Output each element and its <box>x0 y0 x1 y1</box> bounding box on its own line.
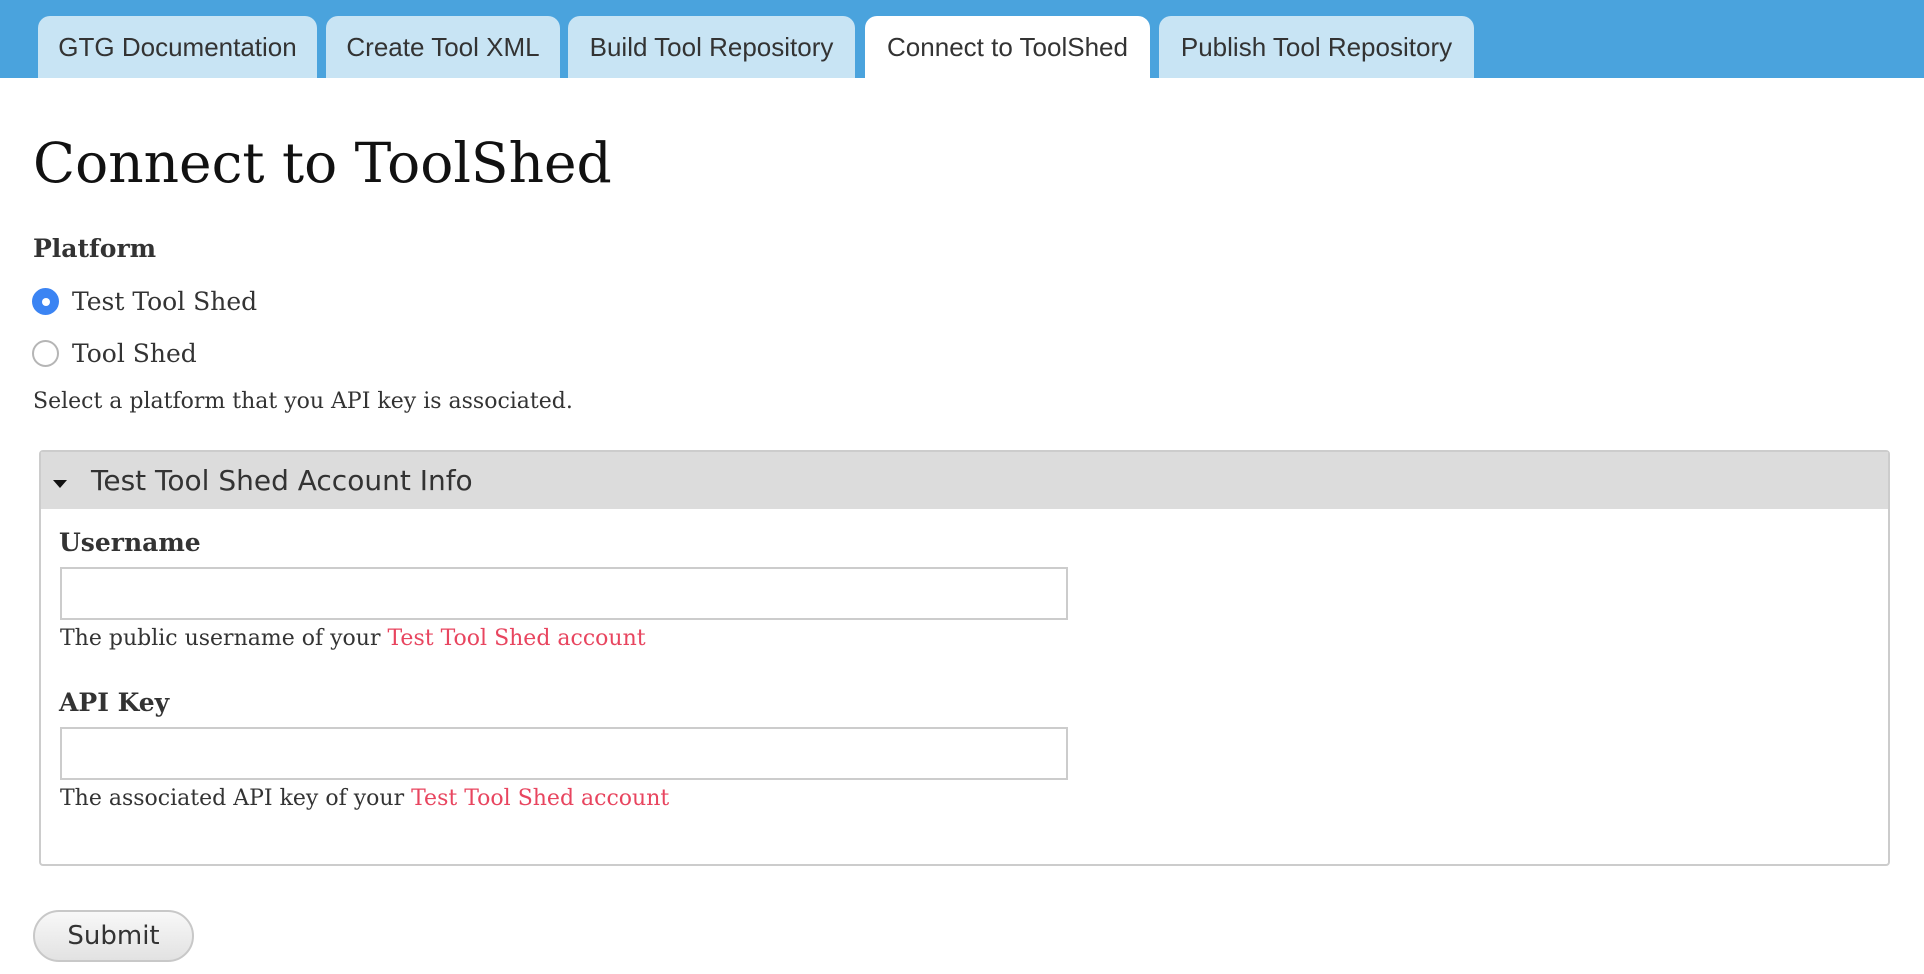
radio-test-tool-shed[interactable]: Test Tool Shed <box>32 287 257 316</box>
username-label: Username <box>59 528 201 557</box>
radio-button-checked[interactable] <box>32 288 59 315</box>
api-key-label: API Key <box>59 688 170 717</box>
tab-connect-to-toolshed[interactable]: Connect to ToolShed <box>865 16 1150 78</box>
username-help-text: The public username of your Test Tool Sh… <box>60 626 646 651</box>
username-help-prefix: The public username of your <box>60 626 388 651</box>
username-help-link[interactable]: Test Tool Shed account <box>387 626 645 651</box>
tab-gtg-documentation[interactable]: GTG Documentation <box>38 16 317 78</box>
radio-label-test-tool-shed: Test Tool Shed <box>72 287 258 316</box>
tab-bar: GTG Documentation Create Tool XML Build … <box>0 0 1924 78</box>
tab-publish-tool-repository[interactable]: Publish Tool Repository <box>1159 16 1474 78</box>
api-key-input[interactable] <box>60 727 1068 780</box>
account-info-fieldset: Test Tool Shed Account Info Username The… <box>39 450 1890 866</box>
tab-create-tool-xml[interactable]: Create Tool XML <box>326 16 560 78</box>
platform-label: Platform <box>33 234 157 263</box>
tab-build-tool-repository[interactable]: Build Tool Repository <box>568 16 855 78</box>
page-title: Connect to ToolShed <box>33 131 612 195</box>
submit-button[interactable]: Submit <box>33 910 194 962</box>
username-input[interactable] <box>60 567 1068 620</box>
api-key-help-prefix: The associated API key of your <box>60 786 412 811</box>
platform-help-text: Select a platform that you API key is as… <box>33 389 573 414</box>
radio-tool-shed[interactable]: Tool Shed <box>32 339 197 368</box>
account-info-legend[interactable]: Test Tool Shed Account Info <box>41 452 1888 509</box>
api-key-help-text: The associated API key of your Test Tool… <box>60 786 669 811</box>
radio-button-unchecked[interactable] <box>32 340 59 367</box>
radio-label-tool-shed: Tool Shed <box>72 339 197 368</box>
account-info-title: Test Tool Shed Account Info <box>91 464 473 497</box>
caret-down-icon <box>53 479 67 488</box>
api-key-help-link[interactable]: Test Tool Shed account <box>411 786 669 811</box>
